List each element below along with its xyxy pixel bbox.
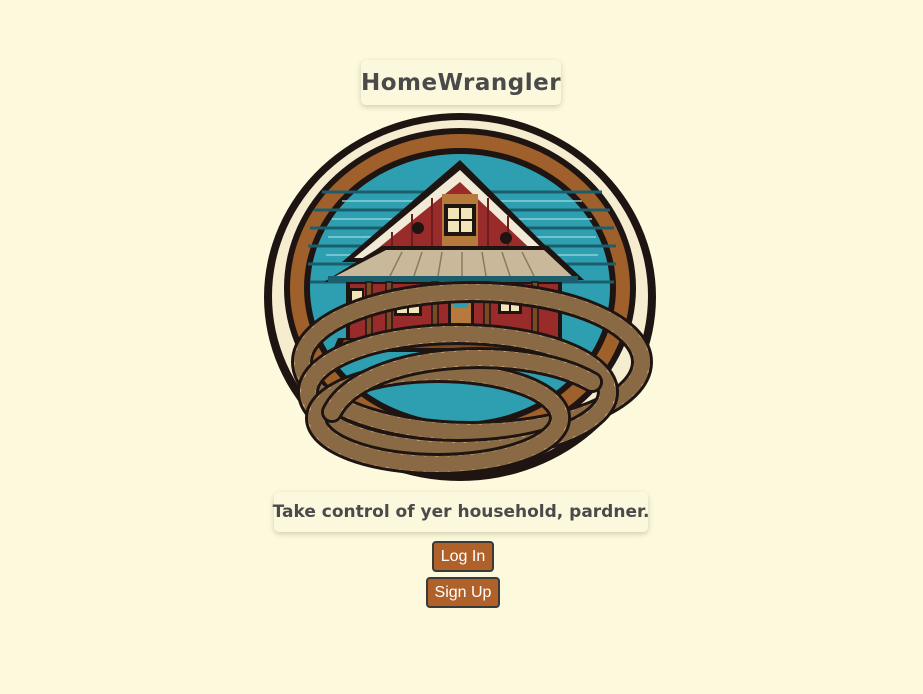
ranch-house-with-lasso-logo: [264, 113, 656, 481]
login-button[interactable]: Log In: [432, 541, 494, 572]
signup-button[interactable]: Sign Up: [426, 577, 500, 608]
tagline: Take control of yer household, pardner.: [273, 492, 649, 532]
app-title: HomeWrangler: [361, 60, 561, 105]
